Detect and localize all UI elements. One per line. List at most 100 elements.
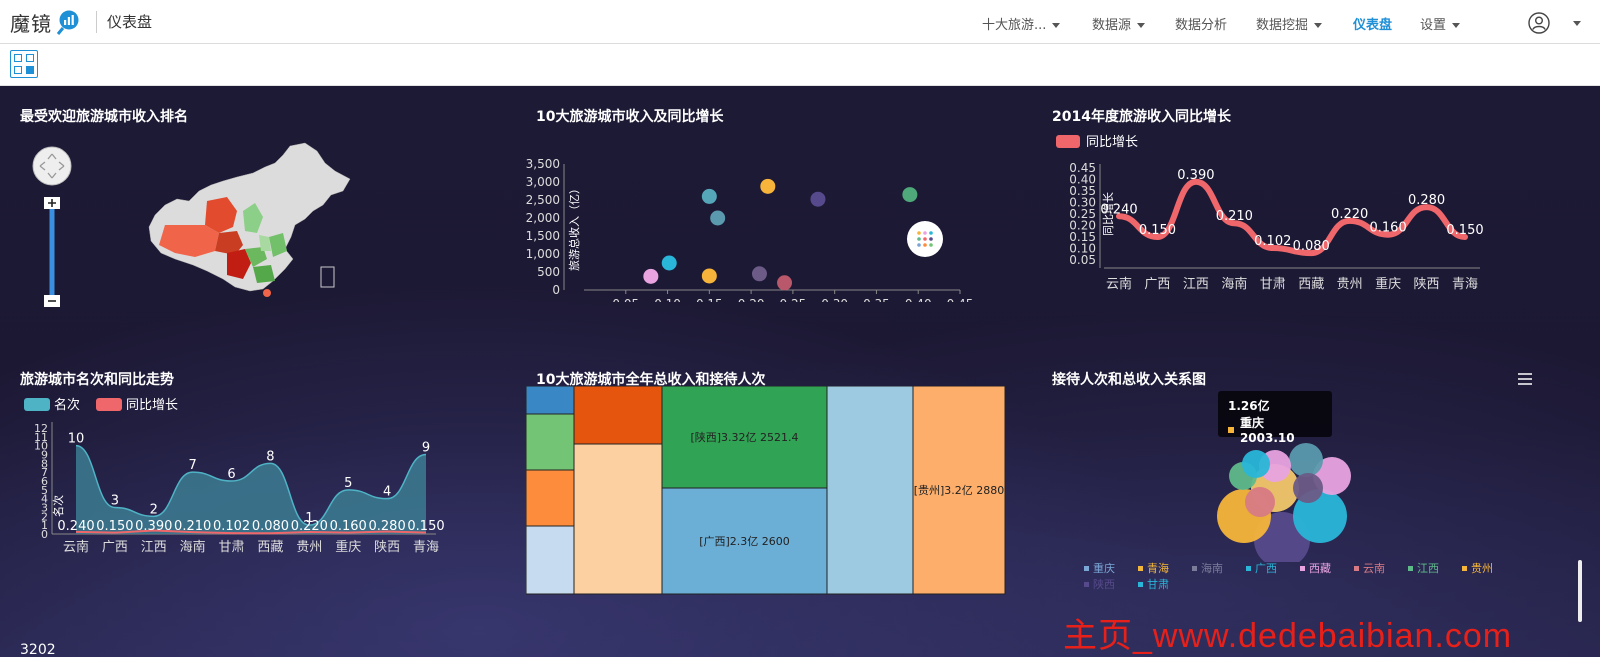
treemap-cell <box>526 469 575 527</box>
nav-item-mining[interactable]: 数据挖掘 <box>1256 14 1323 33</box>
data-label: 0.150 <box>1446 223 1483 238</box>
x-tick-label: 陕西 <box>374 540 400 555</box>
x-tick-label: 0.30 <box>821 297 848 302</box>
y-axis-title: 旅游总收入（亿） <box>567 183 581 271</box>
x-tick-label: 0.20 <box>738 297 765 302</box>
page-title: 仪表盘 <box>107 13 153 31</box>
legend-swatch <box>1462 566 1467 571</box>
rate-label: 0.080 <box>252 519 289 534</box>
nav-item-analysis[interactable]: 数据分析 <box>1175 14 1227 33</box>
chevron-down-icon <box>1137 23 1146 28</box>
x-tick-label: 陕西 <box>1414 277 1440 292</box>
logo[interactable]: 魔镜 <box>10 4 82 40</box>
x-tick-label: 青海 <box>413 540 439 555</box>
scatter-point <box>661 255 677 271</box>
treemap-chart: [陕西]3.32亿 2521.4 [广西]2.3亿 2600 [贵州]3.2亿 28… <box>526 386 1006 595</box>
rank-label: 10 <box>68 432 85 447</box>
legend-label: 青海 <box>1147 562 1169 575</box>
x-tick-label: 0.05 <box>612 297 639 302</box>
chart-menu-button[interactable] <box>1516 372 1534 386</box>
legend-swatch <box>1246 566 1251 571</box>
y-tick-label: 1,000 <box>526 247 560 261</box>
legend-swatch <box>1138 582 1143 587</box>
map-pan-button[interactable] <box>32 146 72 186</box>
user-menu-chevron-icon[interactable] <box>1573 21 1581 26</box>
y-tick-label: 3,000 <box>526 175 560 189</box>
scatter-point <box>751 266 767 282</box>
nav-item-settings[interactable]: 设置 <box>1420 14 1461 33</box>
x-tick-label: 重庆 <box>1375 276 1401 292</box>
scatter-point <box>760 178 776 194</box>
grid-icon-cell <box>14 54 22 62</box>
x-tick-label: 甘肃 <box>219 540 245 555</box>
rank-label: 9 <box>422 441 430 456</box>
grid-icon-cell <box>26 66 34 74</box>
watermark: 主页_www.dedebaibian.com <box>1063 617 1513 655</box>
color-palette-button[interactable] <box>906 220 944 258</box>
nav-item-dataset[interactable]: 十大旅游... <box>982 14 1061 33</box>
x-tick-label: 海南 <box>1221 276 1247 292</box>
data-label: 0.210 <box>1216 209 1253 224</box>
top-navbar: 魔镜 仪表盘 十大旅游... 数据源 数据分析 数据挖掘 仪表盘 设置 <box>0 0 1600 44</box>
legend-label: 同比增长 <box>1086 135 1138 150</box>
tooltip-series: 重庆 2003.10 <box>1239 416 1295 445</box>
user-avatar-icon[interactable] <box>1528 12 1550 34</box>
scatter-point <box>701 188 717 204</box>
y-tick-label: 3,500 <box>526 157 560 171</box>
bubble-legend: 重庆 青海 海南 广西 西藏 云南 江西 贵州陕西 甘肃 <box>1084 562 1493 591</box>
line-panel-title: 2014年度旅游收入同比增长 <box>1052 109 1231 125</box>
x-tick-label: 甘肃 <box>1260 277 1286 292</box>
dashboard-canvas: 最受欢迎旅游城市收入排名 10大旅游城市收入及同比增长 0.05 0.10 0.15… <box>0 86 1600 657</box>
x-tick-label: 0.45 <box>947 297 974 302</box>
legend-label: 甘肃 <box>1147 578 1169 591</box>
y-axis-title: 名次 <box>51 495 65 517</box>
rate-label: 0.390 <box>135 519 172 534</box>
nav-item-dashboard[interactable]: 仪表盘 <box>1353 14 1392 33</box>
y-tick-label: 500 <box>537 265 560 279</box>
rate-label: 0.160 <box>330 519 367 534</box>
x-tick-label: 0.40 <box>905 297 932 302</box>
legend-swatch <box>24 398 50 411</box>
legend-swatch <box>1056 135 1080 148</box>
rank-label: 8 <box>266 449 274 464</box>
rate-label: 0.210 <box>174 519 211 534</box>
scatter-point <box>710 210 726 226</box>
layout-grid-button[interactable] <box>10 50 38 78</box>
x-tick-label: 广西 <box>102 540 128 555</box>
x-tick-label: 西藏 <box>1298 277 1324 292</box>
bubble <box>1242 450 1270 478</box>
scrollbar-thumb[interactable] <box>1578 560 1582 622</box>
x-tick-label: 重庆 <box>335 539 361 555</box>
rank-label: 5 <box>344 476 352 491</box>
chevron-down-icon <box>1052 23 1061 28</box>
bottom-value: 3202 <box>20 642 56 657</box>
rank-label: 2 <box>150 502 158 517</box>
x-tick-label: 江西 <box>1183 277 1209 292</box>
treemap-cell <box>573 386 663 445</box>
legend-label: 陕西 <box>1093 577 1115 591</box>
scatter-point <box>810 191 826 207</box>
treemap-cell <box>526 413 575 471</box>
map-zoom-slider[interactable] <box>49 209 55 295</box>
treemap-cell <box>573 443 663 595</box>
bubble <box>1293 473 1323 503</box>
bubble-tooltip: 1.26亿 重庆 2003.10 <box>1218 391 1332 445</box>
data-label: 0.390 <box>1177 168 1214 183</box>
grid-icon-cell <box>26 54 34 62</box>
treemap-cell <box>826 386 914 595</box>
china-map[interactable] <box>145 141 360 301</box>
legend-label: 名次 <box>54 397 80 413</box>
x-tick-label: 江西 <box>141 540 167 555</box>
tooltip-value: 1.26亿 <box>1228 399 1270 413</box>
x-tick-label: 云南 <box>1106 276 1132 292</box>
area-panel-title: 旅游城市名次和同比走势 <box>20 372 174 388</box>
x-tick-label: 海南 <box>180 539 206 555</box>
y-tick-label: 1,500 <box>526 229 560 243</box>
nav-item-datasource[interactable]: 数据源 <box>1092 14 1146 33</box>
map-region-hainan[interactable] <box>263 289 271 297</box>
legend-swatch <box>1192 566 1197 571</box>
scatter-point <box>777 275 793 291</box>
legend-swatch <box>1084 582 1089 587</box>
area-chart: 名次 同比增长0123456789101112名次100.240云南30.150广… <box>24 397 445 555</box>
line-chart: 同比增长0.050.100.150.200.250.300.350.400.45… <box>1056 135 1484 292</box>
